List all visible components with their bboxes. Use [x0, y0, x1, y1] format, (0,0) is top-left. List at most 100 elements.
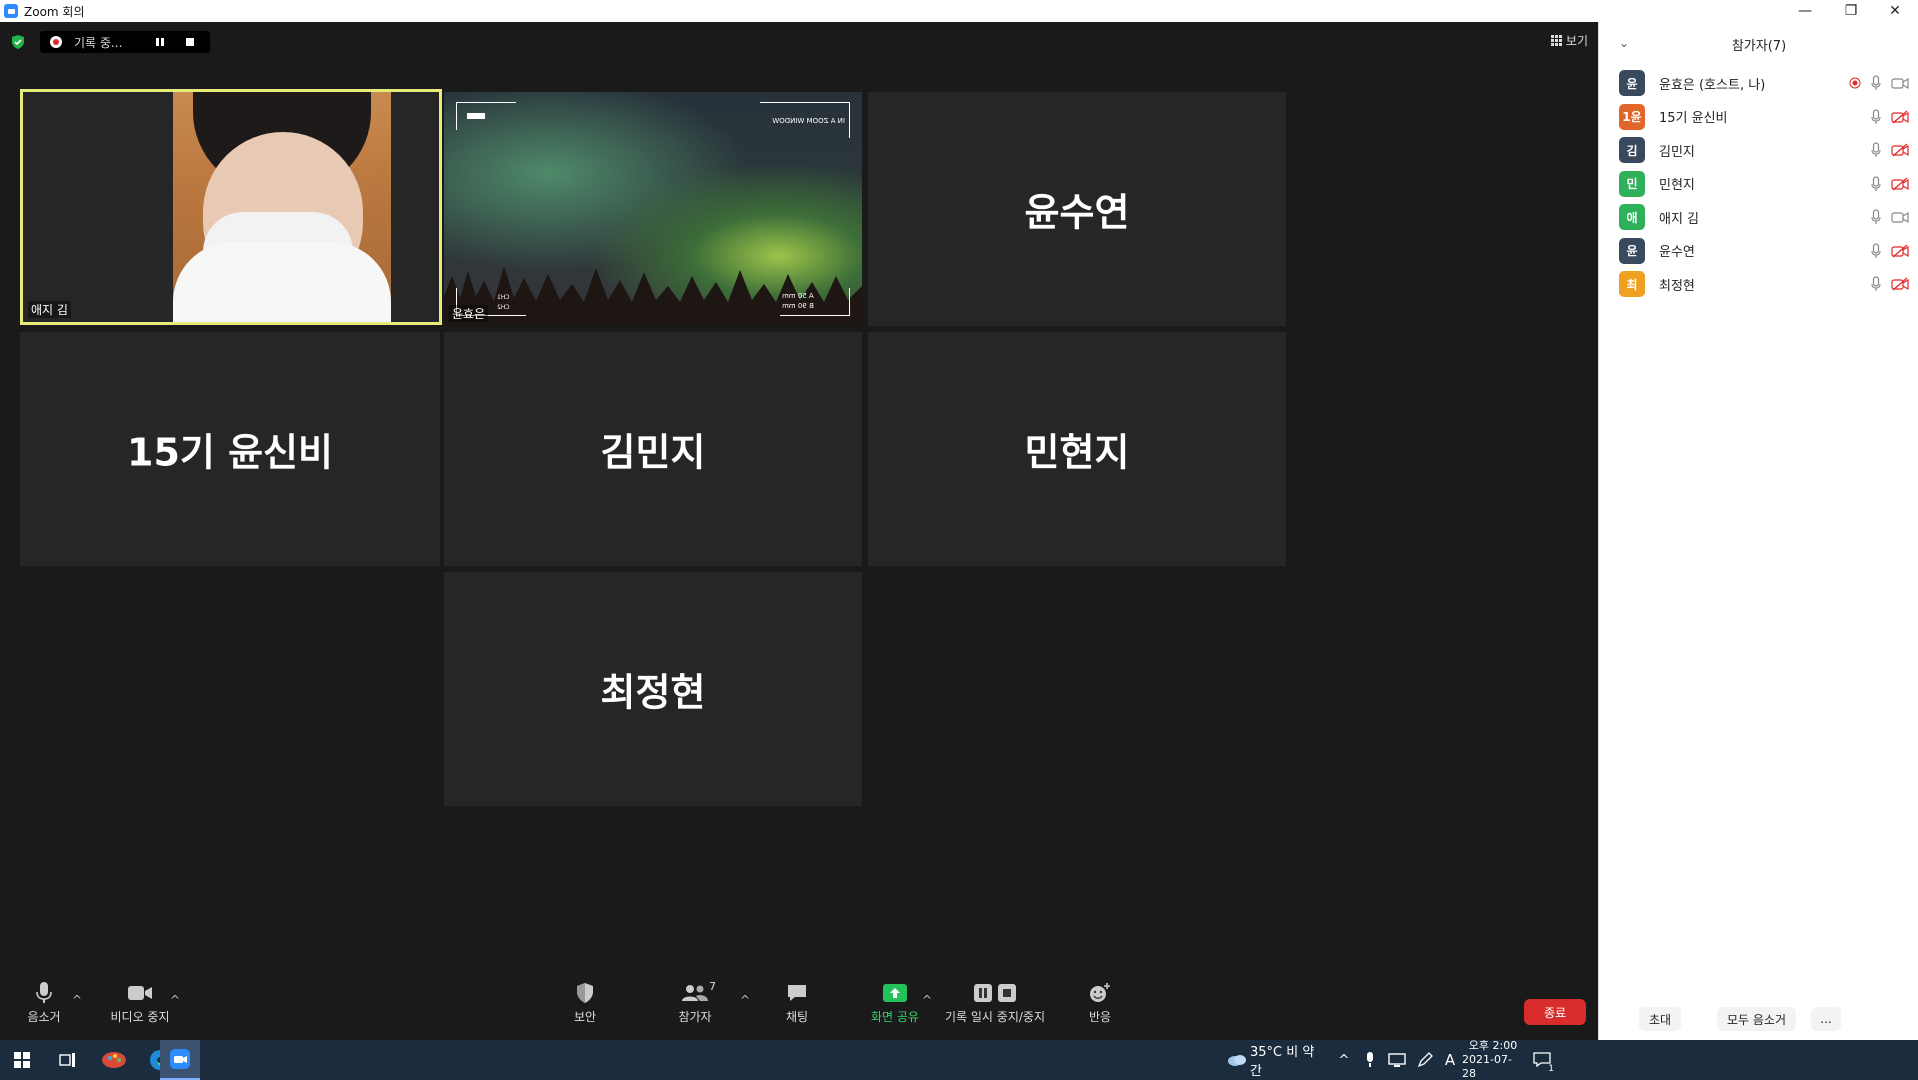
- overlay-ch2: CH2: [497, 304, 510, 311]
- notification-count: 1: [1548, 1064, 1554, 1074]
- weather-cloud-icon[interactable]: [1226, 1040, 1248, 1080]
- stop-video-button[interactable]: 비디오 중지: [100, 965, 180, 1040]
- restore-button[interactable]: ❐: [1828, 0, 1874, 22]
- participant-row[interactable]: 최 최정현: [1619, 270, 1909, 298]
- invite-button[interactable]: 초대: [1639, 1007, 1682, 1031]
- participant-row[interactable]: 윤 윤수연: [1619, 237, 1909, 265]
- participants-options-caret[interactable]: ^: [740, 993, 750, 1007]
- share-options-caret[interactable]: ^: [922, 993, 932, 1007]
- participants-count-badge: 7: [709, 980, 716, 993]
- weather-text[interactable]: 35°C 비 약간: [1250, 1040, 1326, 1080]
- zoom-app-icon: [4, 4, 18, 18]
- video-tile-min-hyeonji[interactable]: 민현지: [868, 332, 1286, 566]
- participant-name: 15기 윤신비: [1659, 111, 1728, 126]
- video-tile-kim-minji[interactable]: 김민지: [444, 332, 862, 566]
- recording-icon: [1849, 77, 1861, 89]
- participant-avatar: 1윤: [1619, 103, 1645, 130]
- microphone-icon[interactable]: [1871, 242, 1881, 259]
- video-camera-icon: [128, 986, 152, 1000]
- video-off-icon[interactable]: [1891, 110, 1909, 124]
- microphone-icon[interactable]: [1871, 108, 1881, 125]
- zoom-taskbar-icon[interactable]: [160, 1040, 200, 1080]
- video-tile-yun-hyoeun[interactable]: IN A ZOOM WINDOW CH1 CH2 A 50 mm B 90 mm…: [444, 92, 862, 326]
- video-tile-yun-sinbi[interactable]: 15기 윤신비: [20, 332, 440, 566]
- chevron-down-icon[interactable]: ⌄: [1619, 36, 1629, 50]
- panel-title: 참가자(7): [1731, 38, 1787, 54]
- video-tile-choi-jeonghyeon[interactable]: 최정현: [444, 572, 862, 806]
- microphone-icon[interactable]: [1871, 276, 1881, 292]
- video-camera-icon[interactable]: [1891, 210, 1909, 224]
- mute-all-button[interactable]: 모두 음소거: [1717, 1007, 1797, 1031]
- share-screen-icon: [883, 984, 907, 1002]
- chevron-up-icon[interactable]: ^: [1334, 1040, 1354, 1080]
- participant-row[interactable]: 애 애지 김: [1619, 203, 1909, 231]
- end-meeting-button[interactable]: 종료: [1524, 999, 1586, 1025]
- security-button[interactable]: 보안: [560, 965, 610, 1040]
- participant-row[interactable]: 윤 윤효은 (호스트, 나): [1619, 69, 1909, 97]
- record-pause-stop-button[interactable]: 기록 일시 중지/중지: [940, 965, 1050, 1040]
- stop-recording-icon[interactable]: [186, 38, 194, 46]
- overlay-ch1: CH1: [497, 294, 510, 301]
- reactions-button[interactable]: 반응: [1075, 965, 1125, 1040]
- video-options-caret[interactable]: ^: [170, 993, 180, 1007]
- participants-icon: [682, 985, 708, 1001]
- participant-name: 윤효은 (호스트, 나): [1659, 77, 1766, 93]
- pause-recording-icon[interactable]: [156, 38, 164, 46]
- participant-avatar: 애: [1619, 204, 1645, 230]
- system-clock[interactable]: 오후 2:00 2021-07-28: [1462, 1039, 1524, 1080]
- clock-date: 2021-07-28: [1462, 1053, 1512, 1080]
- participant-name: 최정현: [1659, 278, 1695, 294]
- more-options-button[interactable]: ...: [1811, 1007, 1841, 1031]
- view-button[interactable]: 보기: [1550, 32, 1588, 49]
- participant-avatar: 윤: [1619, 237, 1645, 264]
- panel-footer: 초대 모두 음소거 ...: [1599, 1000, 1918, 1040]
- shield-check-icon[interactable]: [10, 34, 26, 50]
- tile-name-display: 민현지: [1024, 430, 1130, 475]
- participant-row[interactable]: 민 민현지: [1619, 170, 1909, 198]
- tile-name-label: 윤효은: [449, 305, 489, 322]
- participant-name: 윤수연: [1659, 245, 1695, 260]
- task-view-icon[interactable]: [46, 1040, 90, 1080]
- reactions-label: 반응: [1088, 1010, 1112, 1024]
- participant-row[interactable]: 김 김민지: [1619, 136, 1909, 164]
- notification-center-icon[interactable]: 1: [1530, 1040, 1554, 1080]
- participant-name: 애지 김: [1659, 211, 1700, 227]
- tile-name-label: 애지 김: [28, 301, 71, 318]
- participants-button[interactable]: 7 참가자: [665, 965, 725, 1040]
- input-method-icon[interactable]: A: [1440, 1040, 1460, 1080]
- microphone-icon[interactable]: [1871, 209, 1881, 225]
- paint-app-icon[interactable]: [92, 1040, 136, 1080]
- video-off-icon[interactable]: [1891, 177, 1909, 191]
- microphone-tray-icon[interactable]: [1360, 1040, 1380, 1080]
- microphone-icon[interactable]: [1871, 142, 1881, 158]
- chat-button[interactable]: 채팅: [772, 965, 822, 1040]
- video-tile-yun-suyeon[interactable]: 윤수연: [868, 92, 1286, 326]
- windows-taskbar: 35°C 비 약간 ^ A 오후 2:00 2021-07-28 1: [0, 1039, 1918, 1080]
- mute-button[interactable]: 음소거: [14, 965, 74, 1040]
- windows-start-icon[interactable]: [0, 1040, 44, 1080]
- network-icon[interactable]: [1386, 1040, 1408, 1080]
- video-off-icon[interactable]: [1891, 277, 1909, 291]
- participant-video: [173, 92, 391, 322]
- chat-label: 채팅: [785, 1010, 809, 1024]
- close-button[interactable]: ✕: [1872, 0, 1918, 22]
- view-label: 보기: [1565, 34, 1588, 48]
- shield-icon: [577, 983, 593, 1003]
- participant-name: 민현지: [1659, 178, 1695, 193]
- video-off-icon[interactable]: [1891, 244, 1909, 258]
- audio-options-caret[interactable]: ^: [72, 993, 82, 1007]
- tile-name-display: 윤수연: [1024, 190, 1130, 235]
- share-screen-label: 화면 공유: [871, 1010, 919, 1024]
- pen-icon[interactable]: [1414, 1040, 1436, 1080]
- participant-row[interactable]: 1윤 15기 윤신비: [1619, 103, 1909, 131]
- video-tile-aeji-kim[interactable]: 애지 김: [20, 89, 442, 325]
- video-camera-icon[interactable]: [1891, 76, 1909, 90]
- window-title: Zoom 회의: [24, 4, 85, 19]
- participant-avatar: 민: [1619, 170, 1645, 197]
- microphone-icon[interactable]: [1871, 175, 1881, 192]
- participant-avatar: 김: [1619, 137, 1645, 163]
- microphone-icon[interactable]: [1871, 75, 1881, 91]
- video-off-icon[interactable]: [1891, 143, 1909, 157]
- minimize-button[interactable]: —: [1782, 0, 1828, 22]
- participant-avatar: 최: [1619, 271, 1645, 297]
